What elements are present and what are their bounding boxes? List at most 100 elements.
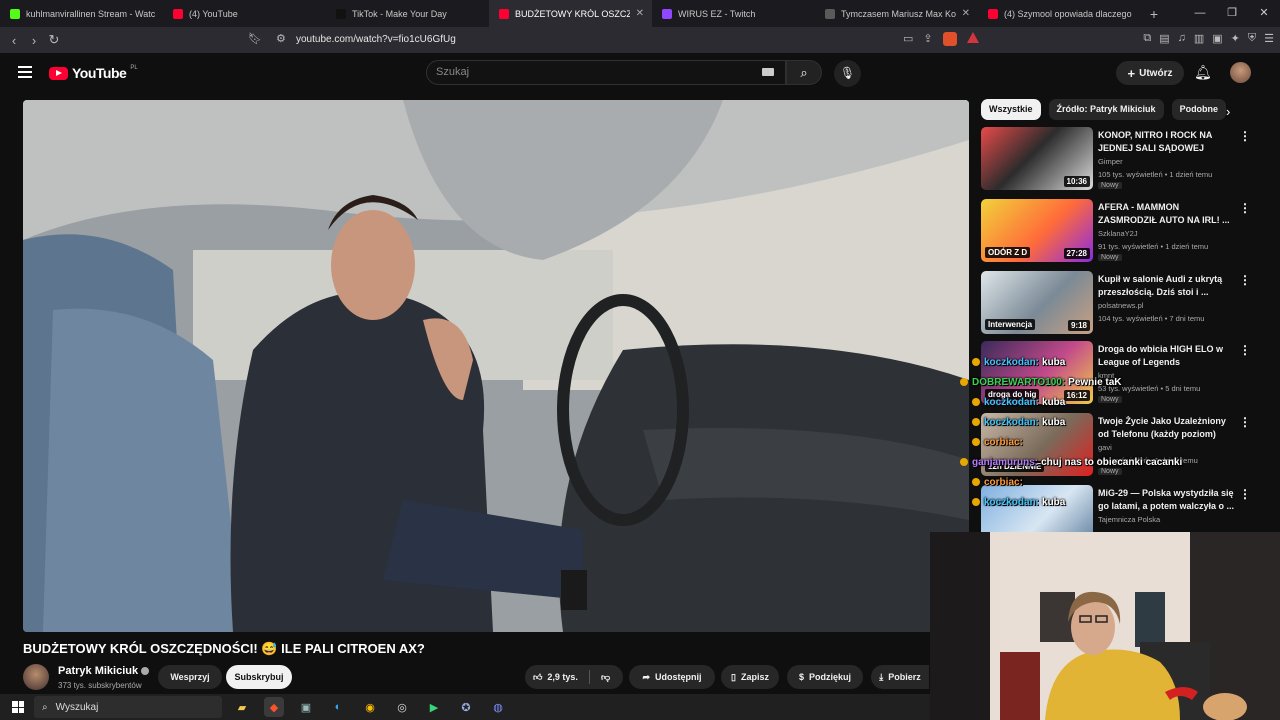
notifications-bell-icon[interactable]: 🔔︎ — [1194, 64, 1212, 81]
media-icon[interactable]: ♫ — [1178, 32, 1186, 45]
account-avatar[interactable] — [1230, 62, 1251, 83]
recommended-video[interactable]: 10:36 KONOP, NITRO I ROCK NA JEDNEJ SALI … — [981, 127, 1261, 191]
filter-chip[interactable]: Źródło: Patryk Mikiciuk — [1048, 99, 1164, 120]
channel-avatar[interactable] — [23, 664, 49, 690]
forward-icon[interactable]: › — [24, 33, 44, 48]
tab-close-icon[interactable]: ✕ — [636, 8, 644, 19]
recommended-title[interactable]: MiG-29 — Polska wystydziła się go latami… — [1098, 487, 1238, 513]
tab-close-icon[interactable]: ✕ — [962, 8, 970, 19]
channel-name[interactable]: Patryk Mikiciuk — [58, 665, 150, 677]
app-icon[interactable]: ✪ — [456, 697, 476, 717]
more-options-icon[interactable]: ⋮ — [1239, 273, 1251, 287]
recommended-title[interactable]: KONOP, NITRO I ROCK NA JEDNEJ SALI SĄDOW… — [1098, 129, 1238, 155]
menu-icon[interactable]: ☰ — [1264, 32, 1274, 45]
voice-search-button[interactable]: 🎙︎ — [834, 60, 861, 87]
more-options-icon[interactable]: ⋮ — [1239, 343, 1251, 357]
recommended-channel[interactable]: Tajemnicza Polska — [1098, 515, 1160, 524]
brave-rewards-icon[interactable] — [966, 32, 979, 43]
recommended-title[interactable]: Twoje Życie Jako Uzależniony od Telefonu… — [1098, 415, 1238, 441]
thanks-button[interactable]: $ Podziękuj — [787, 665, 863, 689]
recommended-channel[interactable]: Gimper — [1098, 157, 1123, 166]
video-player[interactable] — [23, 100, 969, 632]
windows-start-icon[interactable] — [12, 701, 24, 713]
video-thumbnail[interactable]: droga do hig 16:12 — [981, 341, 1093, 404]
recommended-title[interactable]: Kupił w salonie Audi z ukrytą przeszłośc… — [1098, 273, 1238, 299]
recommended-channel[interactable]: SzklanaY2J — [1098, 229, 1138, 238]
search-input[interactable]: Szukaj — [426, 60, 786, 85]
tab-favicon-icon — [825, 8, 835, 19]
recommended-video[interactable]: Interwencja 9:18 Kupił w salonie Audi z uk… — [981, 271, 1261, 335]
brave-browser-icon[interactable]: ◆ — [264, 697, 284, 717]
chat-username: corbiac: — [984, 477, 1023, 488]
browser-tab[interactable]: TikTok - Make Your Day — [326, 0, 489, 27]
taskbar-search[interactable]: ⌕ Wyszukaj — [34, 696, 222, 718]
close-window-icon[interactable]: ✕ — [1248, 0, 1280, 27]
url-field[interactable]: youtube.com/watch?v=fio1cU6GfUg — [296, 34, 456, 45]
filter-chip[interactable]: Podobne — [1171, 99, 1227, 120]
file-explorer-icon[interactable]: ▰ — [232, 697, 252, 717]
brave-shield-icon[interactable] — [942, 32, 957, 46]
chrome-icon[interactable]: ◉ — [360, 697, 380, 717]
maximize-icon[interactable]: ❐ — [1216, 0, 1248, 27]
video-title: BUDŻETOWY KRÓL OSZCZĘDNOŚCI! 😅 ILE PALI … — [23, 641, 425, 656]
recommended-channel[interactable]: gavi — [1098, 443, 1112, 452]
edge-icon[interactable]: ◐ — [328, 697, 348, 717]
keyboard-icon[interactable] — [762, 68, 774, 76]
search-button[interactable]: ⌕ — [786, 60, 822, 85]
wallet-icon[interactable]: ▣ — [1212, 32, 1222, 45]
extensions-icon[interactable]: ⧉ — [1143, 32, 1151, 45]
recommended-video[interactable]: droga do hig 16:12 Droga do wbicia HIGH EL… — [981, 341, 1261, 405]
chat-message: koczkodan: kuba — [972, 357, 1065, 368]
chevron-right-icon[interactable]: › — [1226, 104, 1230, 119]
screen: kuhlmanvirallinen Stream - Watch Li (4) Y… — [0, 0, 1280, 720]
recommended-channel[interactable]: polsatnews.pl — [1098, 301, 1143, 310]
recommended-title[interactable]: AFERA - MAMMON ZASMRODZIŁ AUTO NA IRL! .… — [1098, 201, 1238, 227]
back-icon[interactable]: ‹ — [4, 33, 24, 48]
site-settings-icon[interactable]: ⚙︎ — [276, 32, 286, 45]
video-thumbnail[interactable]: ODÓR Z D 27:28 — [981, 199, 1093, 262]
youtube-logo[interactable]: YouTube PL — [49, 65, 138, 81]
store-icon[interactable]: ▣ — [296, 697, 316, 717]
share-icon[interactable]: ⇪ — [923, 32, 932, 46]
browser-tab[interactable]: BUDŻETOWY KRÓL OSZCZĘD ✕ — [489, 0, 652, 27]
like-count[interactable]: 2,9 tys. — [547, 672, 578, 682]
browser-tab[interactable]: Tymczasem Mariusz Max Koni ✕ — [815, 0, 978, 27]
more-options-icon[interactable]: ⋮ — [1239, 129, 1251, 143]
recommended-title[interactable]: Droga do wbicia HIGH ELO w League of Leg… — [1098, 343, 1238, 369]
browser-tab[interactable]: kuhlmanvirallinen Stream - Watch Li — [0, 0, 163, 27]
recommended-video[interactable]: ODÓR Z D 27:28 AFERA - MAMMON ZASMRODZIŁ A… — [981, 199, 1261, 263]
video-thumbnail[interactable]: Interwencja 9:18 — [981, 271, 1093, 334]
video-thumbnail[interactable]: 10:36 — [981, 127, 1093, 190]
download-button[interactable]: ⤓ Pobierz — [871, 665, 929, 689]
browser-tab[interactable]: WIRUS EZ - Twitch — [652, 0, 815, 27]
reader-icon[interactable]: ▤ — [1159, 32, 1169, 45]
share-button[interactable]: ➦ Udostępnij — [629, 665, 715, 689]
thumbnail-caption: Interwencja — [985, 319, 1036, 330]
cast-icon[interactable]: ▭ — [903, 32, 913, 46]
save-button[interactable]: ▯ Zapisz — [721, 665, 779, 689]
more-options-icon[interactable]: ⋮ — [1239, 201, 1251, 215]
hamburger-menu-icon[interactable] — [18, 66, 32, 78]
media-player-icon[interactable]: ▶ — [424, 697, 444, 717]
like-icon[interactable]: 👍︎ — [533, 672, 542, 683]
subscribe-button[interactable]: Subskrybuj — [226, 665, 292, 689]
support-button[interactable]: Wesprzyj — [158, 665, 222, 689]
more-options-icon[interactable]: ⋮ — [1239, 487, 1251, 501]
vpn-icon[interactable]: ⛨ — [1248, 32, 1256, 45]
dislike-icon[interactable]: 👎︎ — [601, 672, 610, 683]
filter-chip[interactable]: Wszystkie — [981, 99, 1041, 120]
create-button[interactable]: + Utwórz — [1116, 61, 1184, 85]
sidebar-icon[interactable]: ▥ — [1194, 32, 1204, 45]
minimize-icon[interactable]: — — [1184, 0, 1216, 27]
bookmark-icon[interactable]: 🔖︎ — [248, 32, 262, 45]
reload-icon[interactable]: ↻ — [44, 32, 64, 48]
tab-favicon-icon — [988, 8, 998, 19]
new-tab-button[interactable]: + — [1141, 6, 1167, 22]
browser-tab[interactable]: (4) Szymool opowiada dlaczego zos — [978, 0, 1141, 27]
obs-icon[interactable]: ◎ — [392, 697, 412, 717]
discord-icon[interactable]: ◍ — [488, 697, 508, 717]
browser-tab[interactable]: (4) YouTube — [163, 0, 326, 27]
leo-icon[interactable]: ✦ — [1231, 32, 1240, 45]
more-options-icon[interactable]: ⋮ — [1239, 415, 1251, 429]
chat-username: DOBREWARTO100: — [972, 377, 1066, 388]
